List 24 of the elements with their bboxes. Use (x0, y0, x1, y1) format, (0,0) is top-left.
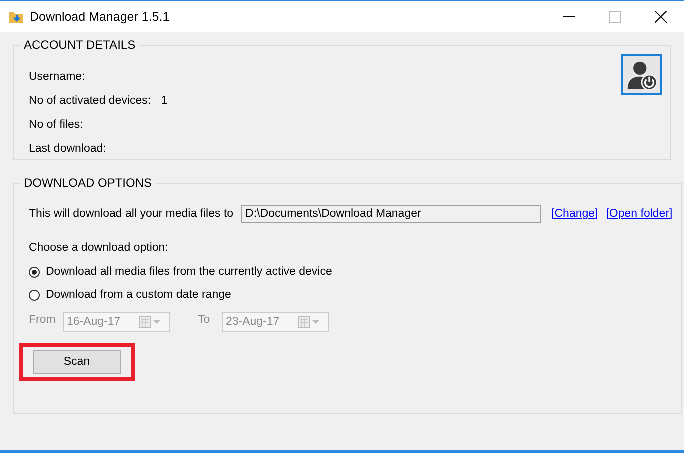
folder-link[interactable]: [Open folder] (606, 208, 673, 220)
radio-label: Download from a custom date range (46, 289, 232, 301)
close-icon[interactable] (655, 10, 667, 22)
scan-button[interactable]: Scan (33, 350, 121, 374)
group-title: DOWNLOAD OPTIONS (23, 176, 154, 190)
field-label: No of files: (29, 118, 84, 130)
window-title: Download Manager 1.5.1 (30, 10, 170, 24)
path-label: This will download all your media files to (29, 208, 234, 220)
folder-link[interactable]: [Change] (552, 208, 598, 220)
field-value: 1 (161, 94, 168, 106)
field-label: Last download: (29, 142, 106, 154)
option-label: Choose a download option: (29, 242, 170, 254)
field-label: Username: (29, 70, 86, 82)
radio-label: Download all media files from the currently active device (46, 266, 332, 278)
user-logout-button[interactable] (621, 54, 662, 95)
field-label: No of activated devices: (29, 94, 152, 106)
calendar-dropdown-icon (298, 316, 322, 328)
calendar-dropdown-icon (139, 316, 163, 328)
date-label: To (198, 314, 212, 326)
radio-button[interactable] (29, 290, 40, 300)
group-title: ACCOUNT DETAILS (23, 38, 137, 52)
radio-button[interactable] (29, 266, 40, 278)
date-label: From (29, 314, 57, 326)
path-field[interactable]: D:\Documents\Download Manager (240, 205, 541, 223)
